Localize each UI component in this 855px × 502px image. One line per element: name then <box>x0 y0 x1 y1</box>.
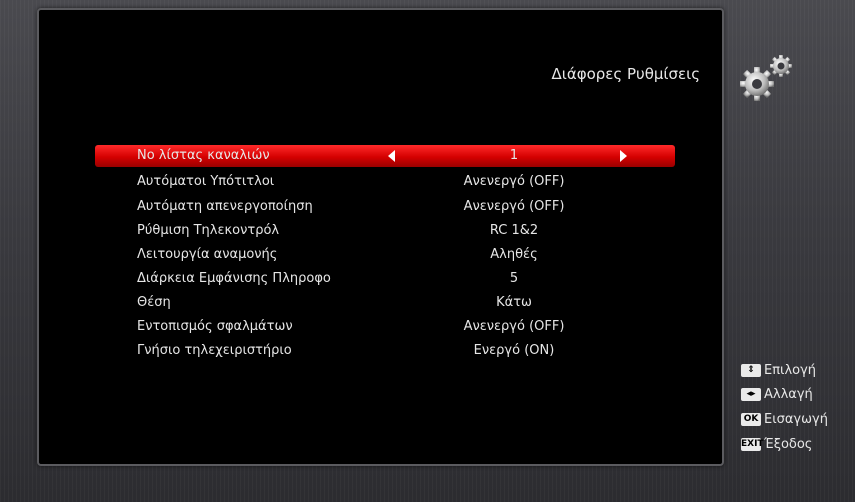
menu-row-original-remote[interactable]: Γνήσιο τηλεχειριστήριο Ενεργό (ON) <box>57 340 677 362</box>
help-exit: EXITΈξοδος <box>741 437 812 452</box>
help-ok: OK Εισαγωγή <box>741 412 828 427</box>
exit-key-icon: EXIT <box>741 438 764 451</box>
menu-row-value: 5 <box>509 271 519 286</box>
menu-row-value: Κάτω <box>496 295 532 310</box>
menu-row-label: Γνήσιο τηλεχειριστήριο <box>137 343 292 358</box>
menu-row-value: Ενεργό (ON) <box>473 343 555 358</box>
menu-row-label: Νο λίστας καναλιών <box>137 148 270 163</box>
up-down-key-icon: ⇕ <box>741 364 761 377</box>
arrow-left-icon[interactable] <box>388 150 395 162</box>
menu-row-standby-mode[interactable]: Λειτουργία αναμονής Αληθές <box>57 244 677 266</box>
menu-row-position[interactable]: Θέση Κάτω <box>57 292 677 314</box>
help-select: ⇕ Επιλογή <box>741 363 816 378</box>
menu-row-label: Λειτουργία αναμονής <box>137 247 278 262</box>
menu-row-label: Αυτόματη απενεργοποίηση <box>137 199 313 214</box>
arrow-right-icon[interactable] <box>620 150 627 162</box>
menu-row-label: Αυτόματοι Υπότιτλοι <box>137 174 275 189</box>
help-ok-label: Εισαγωγή <box>764 412 828 427</box>
menu-row-value: Ανενεργό (OFF) <box>463 174 565 189</box>
menu-row-value: Αληθές <box>490 247 538 262</box>
menu-row-value: 1 <box>509 148 519 163</box>
menu-row-label: Θέση <box>137 295 171 310</box>
help-change: ◂▸ Αλλαγή <box>741 387 813 402</box>
left-right-key-icon: ◂▸ <box>741 388 761 401</box>
menu-row-value: Ανενεργό (OFF) <box>463 319 565 334</box>
ok-key-icon: OK <box>741 413 761 426</box>
help-change-label: Αλλαγή <box>764 387 813 402</box>
help-exit-label: Έξοδος <box>764 437 813 452</box>
page-title: Διάφορες Ρυθμίσεις <box>551 65 700 83</box>
gears-icon <box>737 50 801 106</box>
menu-row-remote-control[interactable]: Ρύθμιση Τηλεκοντρόλ RC 1&2 <box>57 220 677 242</box>
menu-row-info-duration[interactable]: Διάρκεια Εμφάνισης Πληροφο 5 <box>57 268 677 290</box>
menu-row-auto-subtitles[interactable]: Αυτόματοι Υπότιτλοι Ανενεργό (OFF) <box>57 171 677 193</box>
menu-row-value: RC 1&2 <box>489 223 539 238</box>
menu-row-label: Ρύθμιση Τηλεκοντρόλ <box>137 223 280 238</box>
menu-row-label: Διάρκεια Εμφάνισης Πληροφο <box>137 271 331 286</box>
help-select-label: Επιλογή <box>764 363 817 378</box>
menu-row-label: Εντοπισμός σφαλμάτων <box>137 319 293 334</box>
menu-row-channel-list-no[interactable]: Νο λίστας καναλιών 1 <box>95 145 675 167</box>
menu-row-value: Ανενεργό (OFF) <box>463 199 565 214</box>
menu-row-auto-standby[interactable]: Αυτόματη απενεργοποίηση Ανενεργό (OFF) <box>57 196 677 218</box>
menu-row-debug[interactable]: Εντοπισμός σφαλμάτων Ανενεργό (OFF) <box>57 316 677 338</box>
